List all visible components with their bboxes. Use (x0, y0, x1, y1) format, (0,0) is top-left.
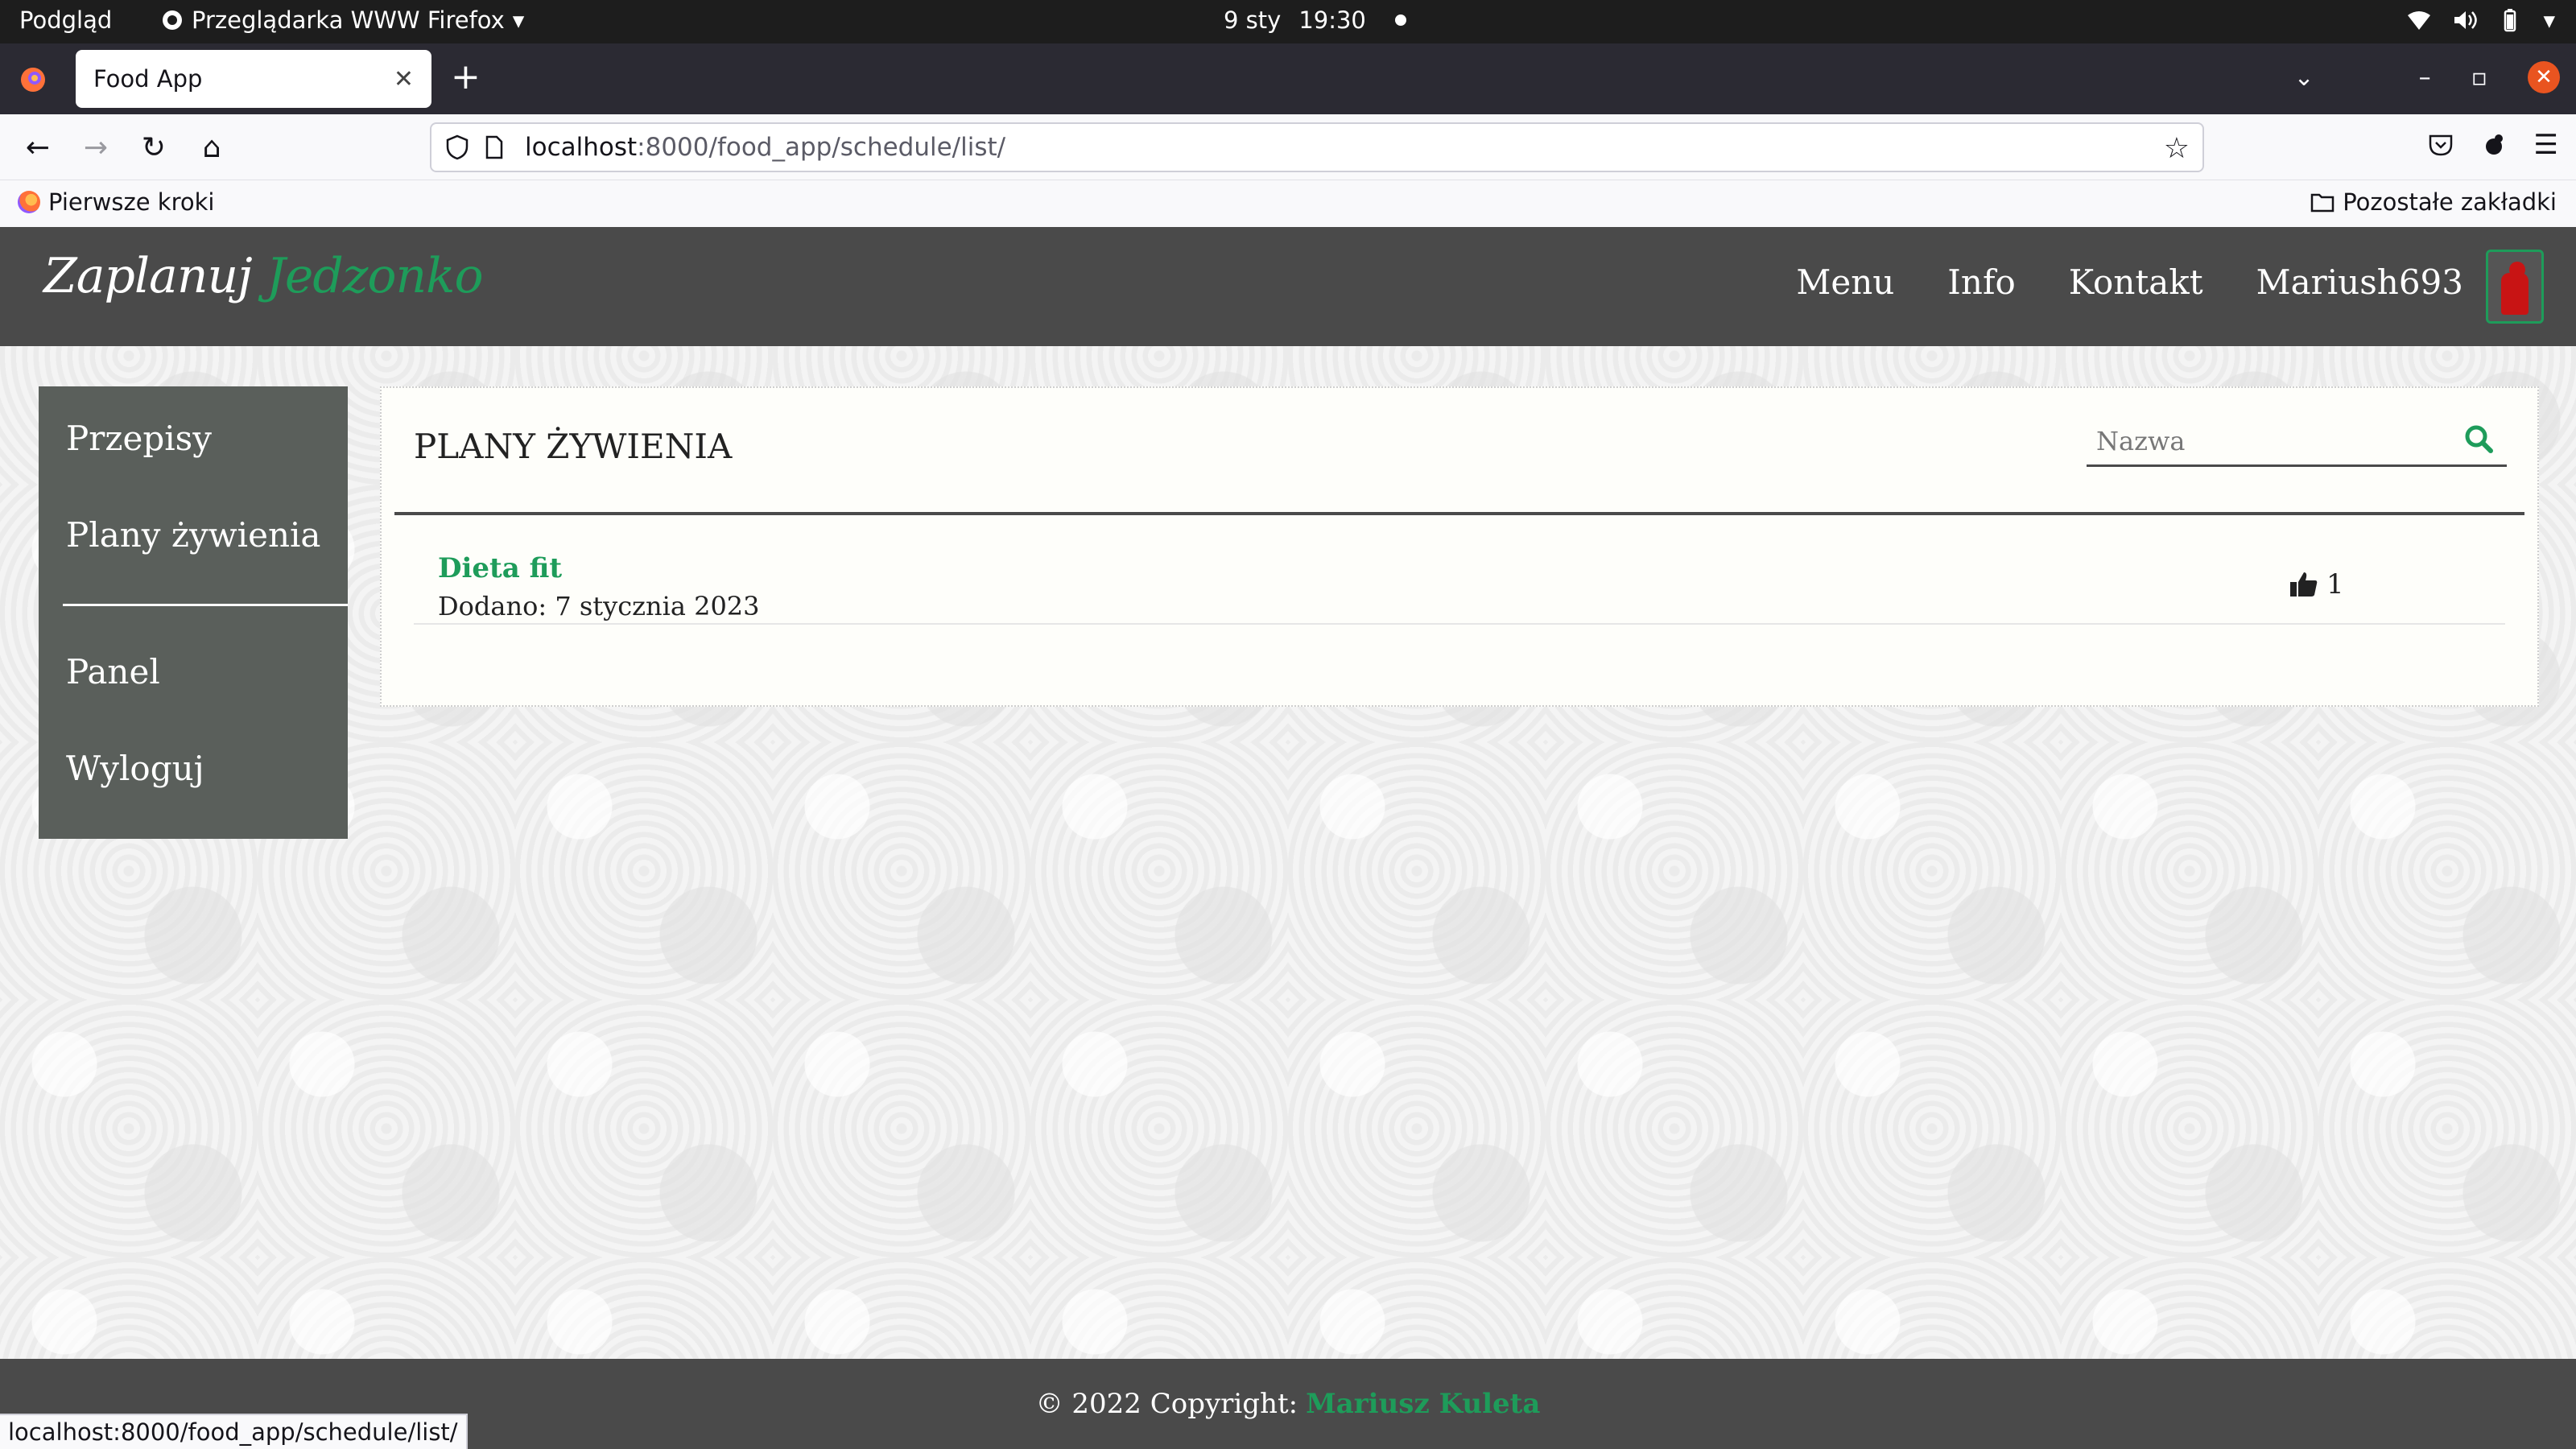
sidebar-item-meal-plans[interactable]: Plany żywienia (66, 515, 320, 555)
hamburger-menu-icon[interactable]: ☰ (2534, 129, 2558, 161)
site-header: Zaplanuj Jedzonko Menu Info Kontakt Mari… (0, 227, 2576, 346)
status-url-tooltip: localhost:8000/food_app/schedule/list/ (0, 1414, 468, 1449)
chevron-down-icon: ▾ (512, 6, 525, 34)
app-name: Przeglądarka WWW Firefox (192, 6, 505, 34)
brand-logo[interactable]: Zaplanuj Jedzonko (43, 248, 484, 304)
shield-icon[interactable] (446, 134, 469, 160)
forward-arrow-icon[interactable]: → (77, 129, 114, 166)
navigation-bar: ← → ↻ ⌂ localhost:8000/food_app/schedule… (0, 114, 2576, 180)
url-path: :8000/food_app/schedule/list/ (637, 133, 1006, 162)
reload-icon[interactable]: ↻ (135, 129, 172, 166)
list-item: Dieta fit Dodano: 7 stycznia 2023 1 (414, 546, 2505, 625)
sidebar-divider (63, 604, 348, 606)
sidebar-item-logout[interactable]: Wyloguj (66, 749, 204, 788)
page-title: PLANY ŻYWIENIA (414, 427, 733, 466)
activities-button[interactable]: Podgląd (19, 6, 112, 34)
wifi-icon (2408, 11, 2431, 30)
notification-dot-icon (1394, 14, 1406, 26)
tab-food-app[interactable]: Food App ✕ (76, 50, 431, 108)
app-menu[interactable]: Przeglądarka WWW Firefox ▾ (161, 6, 524, 34)
sidebar-item-panel[interactable]: Panel (66, 652, 160, 691)
minimize-icon[interactable]: – (2419, 64, 2431, 92)
firefox-bookmark-icon (18, 191, 40, 213)
header-divider (394, 512, 2524, 515)
url-host: localhost (525, 133, 638, 162)
search-field[interactable]: Nazwa (2087, 417, 2507, 467)
likes-counter[interactable]: 1 (2289, 568, 2344, 601)
search-placeholder: Nazwa (2096, 425, 2186, 456)
tab-strip: Food App ✕ + ⌄ – ▫ ✕ (0, 43, 2576, 114)
other-bookmarks[interactable]: Pozostałe zakładki (2310, 188, 2557, 216)
plan-name-link[interactable]: Dieta fit (438, 552, 562, 584)
meal-plans-card: PLANY ŻYWIENIA Nazwa Dieta fit Dodano: 7… (380, 386, 2539, 707)
list-tabs-chevron-icon[interactable]: ⌄ (2294, 64, 2314, 92)
restore-icon[interactable]: ▫ (2471, 64, 2487, 92)
info-link[interactable]: Info (1947, 262, 2015, 302)
brand-part2: Jedzonko (266, 248, 484, 304)
avatar-icon[interactable] (2486, 250, 2544, 324)
bookmark-star-icon[interactable]: ☆ (2164, 132, 2190, 165)
close-tab-icon[interactable]: ✕ (394, 65, 414, 93)
likes-count: 1 (2326, 568, 2344, 601)
bookmarks-bar: Pierwsze kroki Pozostałe zakładki (0, 180, 2576, 227)
bookmark-label: Pierwsze kroki (48, 188, 215, 216)
thumbs-up-icon (2290, 572, 2318, 597)
system-tray[interactable]: ▾ (2406, 6, 2555, 34)
brand-part1: Zaplanuj (43, 248, 253, 304)
battery-icon (2504, 9, 2516, 32)
clock[interactable]: 9 sty 19:30 (1224, 6, 1406, 34)
home-icon[interactable]: ⌂ (193, 129, 230, 166)
time-label: 19:30 (1298, 6, 1366, 34)
url-bar[interactable]: localhost:8000/food_app/schedule/list/ ☆ (430, 122, 2204, 172)
pocket-icon[interactable] (2428, 133, 2454, 157)
other-bookmarks-label: Pozostałe zakładki (2343, 188, 2557, 216)
author-link[interactable]: Mariusz Kuleta (1306, 1388, 1540, 1420)
new-tab-button[interactable]: + (451, 60, 481, 95)
os-top-bar: Podgląd Przeglądarka WWW Firefox ▾ 9 sty… (0, 0, 2576, 43)
menu-link[interactable]: Menu (1796, 262, 1894, 302)
chevron-down-icon: ▾ (2543, 6, 2555, 34)
sidebar-item-recipes[interactable]: Przepisy (66, 419, 212, 458)
contact-link[interactable]: Kontakt (2069, 262, 2203, 302)
top-menu: Menu Info Kontakt Mariush693 (1796, 262, 2463, 302)
firefox-app-icon (163, 10, 182, 30)
close-window-icon[interactable]: ✕ (2528, 61, 2560, 93)
toolbar-right: ☰ (2428, 129, 2558, 161)
search-icon[interactable] (2463, 423, 2496, 456)
page-icon[interactable] (485, 135, 504, 159)
tab-title: Food App (93, 65, 203, 93)
plan-added-date: Dodano: 7 stycznia 2023 (438, 591, 760, 621)
folder-icon (2310, 193, 2334, 213)
extensions-icon[interactable] (2481, 132, 2507, 158)
username-link[interactable]: Mariush693 (2256, 262, 2463, 302)
date-label: 9 sty (1224, 6, 1282, 34)
firefox-logo-icon (21, 68, 45, 92)
bookmark-first-steps[interactable]: Pierwsze kroki (18, 188, 214, 216)
volume-icon (2454, 11, 2478, 29)
web-page: Zaplanuj Jedzonko Menu Info Kontakt Mari… (0, 227, 2576, 1449)
sidebar: Przepisy Plany żywienia Panel Wyloguj (39, 386, 348, 839)
copyright-text: © 2022 Copyright: (1035, 1388, 1298, 1420)
back-arrow-icon[interactable]: ← (19, 129, 56, 166)
window-controls: ⌄ – ▫ ✕ (2294, 61, 2560, 93)
